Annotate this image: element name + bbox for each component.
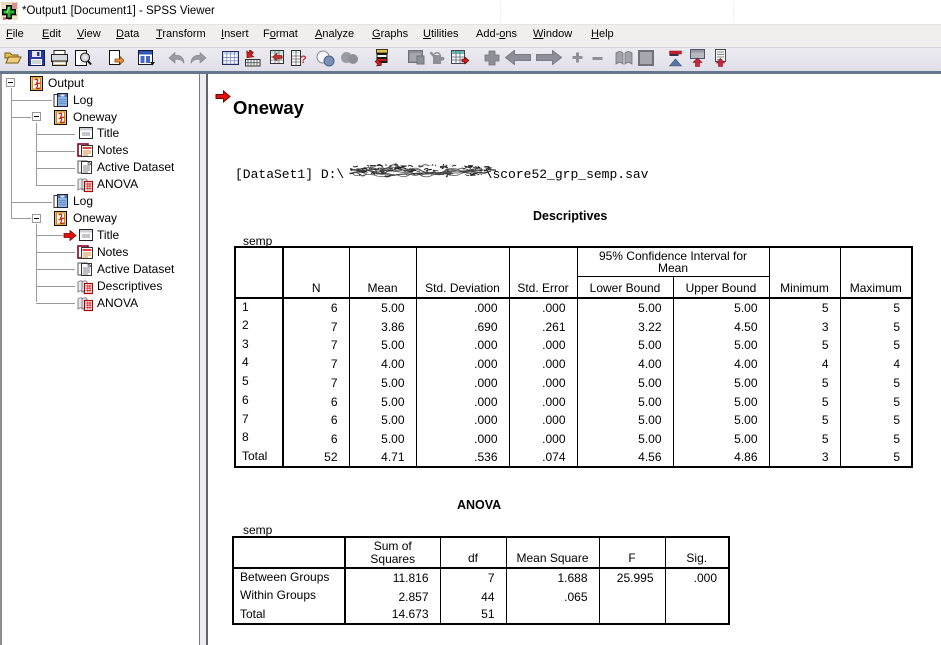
svg-text:?: ? <box>300 54 306 66</box>
